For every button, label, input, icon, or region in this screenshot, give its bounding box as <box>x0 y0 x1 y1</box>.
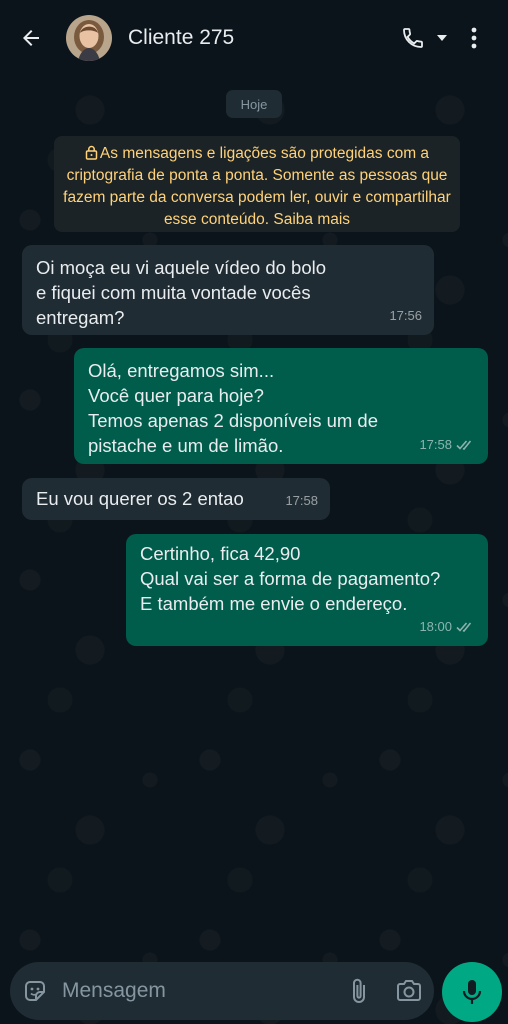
message-time: 17:58 <box>285 493 318 508</box>
message-bubble-outgoing[interactable]: Olá, entregamos sim... Você quer para ho… <box>74 348 488 464</box>
avatar-image <box>66 15 112 61</box>
emoji-button[interactable] <box>10 962 60 1020</box>
message-composer: Mensagem <box>10 962 434 1020</box>
double-check-icon <box>456 439 472 450</box>
encryption-notice[interactable]: As mensagens e ligações são protegidas c… <box>54 136 460 232</box>
voice-message-button[interactable] <box>442 962 502 1022</box>
message-time: 18:00 <box>419 619 452 634</box>
back-arrow-icon <box>23 30 39 46</box>
chat-header: Cliente 275 <box>0 0 508 76</box>
message-text: Oi moça eu vi aquele vídeo do bolo e fiq… <box>36 257 327 328</box>
dropdown-caret-icon <box>437 35 447 41</box>
message-bubble-incoming[interactable]: Oi moça eu vi aquele vídeo do bolo e fiq… <box>22 245 434 335</box>
contact-avatar[interactable] <box>66 15 112 61</box>
voice-call-button[interactable] <box>396 0 430 76</box>
encryption-notice-text: As mensagens e ligações são protegidas c… <box>63 145 451 228</box>
camera-icon <box>397 980 421 1001</box>
contact-name[interactable]: Cliente 275 <box>128 26 396 50</box>
message-meta: 18:00 <box>419 614 476 639</box>
message-time: 17:56 <box>389 308 422 323</box>
message-text: Olá, entregamos sim... Você quer para ho… <box>88 360 379 456</box>
lock-icon <box>85 145 98 160</box>
date-chip: Hoje <box>226 90 282 118</box>
message-bubble-outgoing[interactable]: Certinho, fica 42,90 Qual vai ser a form… <box>126 534 488 646</box>
more-options-button[interactable] <box>454 0 494 76</box>
call-options-button[interactable] <box>430 0 454 76</box>
message-time: 17:58 <box>419 437 452 452</box>
message-text: Eu vou querer os 2 entao <box>36 488 244 509</box>
camera-button[interactable] <box>384 962 434 1020</box>
sticker-emoji-icon <box>25 981 45 1001</box>
message-bubble-incoming[interactable]: Eu vou querer os 2 entao 17:58 <box>22 478 330 520</box>
microphone-icon <box>462 980 482 1004</box>
message-input[interactable]: Mensagem <box>62 979 334 1003</box>
phone-icon <box>403 28 423 48</box>
message-meta: 17:56 <box>389 303 422 328</box>
message-meta: 17:58 <box>419 432 476 457</box>
back-button[interactable] <box>0 0 62 76</box>
message-meta: 17:58 <box>285 488 318 513</box>
double-check-icon <box>456 621 472 632</box>
message-text: Certinho, fica 42,90 Qual vai ser a form… <box>140 543 441 614</box>
more-vertical-icon <box>471 27 477 49</box>
attach-button[interactable] <box>334 962 384 1020</box>
paperclip-icon <box>353 978 365 1003</box>
